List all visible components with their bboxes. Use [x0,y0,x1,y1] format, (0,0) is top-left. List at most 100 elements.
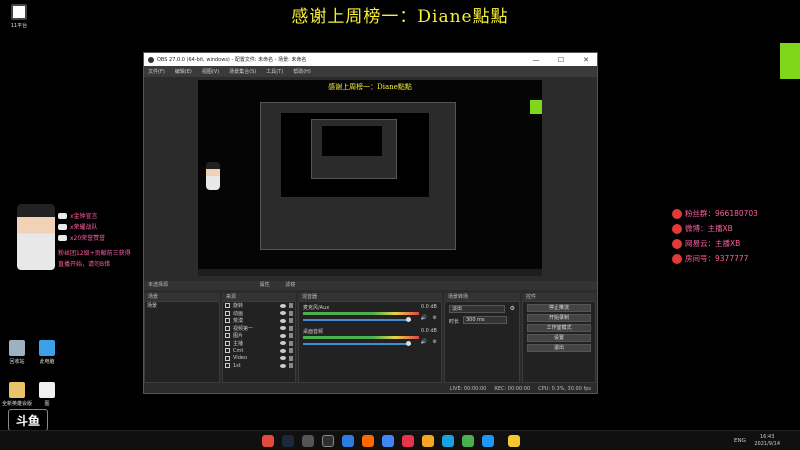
app-icon[interactable] [302,435,314,447]
eye-icon[interactable] [280,356,286,361]
lock-icon[interactable] [289,363,293,369]
source-type-icon [225,325,230,331]
menu-edit[interactable]: 编辑(E) [175,68,192,75]
lock-icon[interactable] [289,310,293,316]
no-source-label: 未选择源 [148,282,169,288]
window-title: OBS 27.0.0 (64-bit, windows) - 配置文件: 未命名… [157,57,307,63]
settings-button[interactable]: 设置 [527,334,591,342]
app-icon[interactable] [402,435,414,447]
steam-icon[interactable] [282,435,294,447]
gift-row: x20荣誉赞誉 [58,232,105,243]
sources-header: 来源 [222,293,296,301]
app-icon[interactable] [422,435,434,447]
desktop-shortcut-top[interactable]: 11平台 [2,4,36,29]
desktop-icon-this-pc[interactable]: 此电脑 [30,340,64,365]
volume-slider[interactable] [303,319,411,321]
maximize-button[interactable]: ☐ [550,56,572,64]
desktop-icon-game[interactable]: 全新英雄会版 [0,382,34,407]
app-icon [11,4,27,20]
source-item[interactable]: Cmt [223,347,295,355]
exit-button[interactable]: 退出 [527,344,591,352]
nested-preview-2 [322,126,382,156]
transitions-header: 场景转场 [444,293,520,301]
scene-item[interactable]: 场景 [145,302,219,310]
gear-icon[interactable]: ⚙ [433,339,437,345]
transitions-panel: 淡出 ⚙ 时长 300 ms [444,301,520,383]
volume-slider[interactable] [303,343,411,345]
obs-window[interactable]: OBS 27.0.0 (64-bit, windows) - 配置文件: 未命名… [143,52,598,394]
lock-icon[interactable] [289,348,293,354]
desktop-shortcut-label: 11平台 [10,23,28,29]
lock-icon[interactable] [289,355,293,361]
chrome-icon[interactable] [382,435,394,447]
gift-row: x金钟宣言 [58,210,105,221]
source-type-icon [225,355,230,361]
live-status: LIVE: 00:00:00 [449,385,487,392]
green-square-decoration [780,43,800,79]
social-row: 粉丝群：966180703 [672,206,758,221]
lock-icon[interactable] [289,333,293,339]
eye-icon[interactable] [280,363,286,368]
desktop-icon-image[interactable]: 图 [30,382,64,407]
obs-titlebar[interactable]: OBS 27.0.0 (64-bit, windows) - 配置文件: 未命名… [144,53,597,66]
source-item[interactable]: 视频第一 [223,325,295,333]
source-item[interactable]: 旋转 [223,302,295,310]
close-button[interactable]: ✕ [575,56,597,64]
preview-taskbar [198,269,542,276]
lock-icon[interactable] [289,325,293,331]
browser-icon[interactable] [342,435,354,447]
app-icon[interactable] [462,435,474,447]
app-icon[interactable] [262,435,274,447]
duration-label: 时长 [449,319,460,325]
speaker-icon[interactable]: 🔊 [421,339,427,345]
source-item[interactable]: 1st [223,362,295,370]
minimize-button[interactable]: — [525,56,547,64]
eye-icon[interactable] [280,333,286,338]
system-clock[interactable]: 16:43 2021/9/14 [754,434,780,448]
source-type-icon [225,318,230,324]
eye-icon[interactable] [280,318,286,323]
source-item[interactable]: 荒漠 [223,317,295,325]
speaker-icon[interactable]: 🔊 [421,315,427,321]
menu-view[interactable]: 视图(V) [202,68,219,75]
source-item[interactable]: 动画 [223,310,295,318]
firefox-icon[interactable] [362,435,374,447]
desktop-icon-recycle-bin[interactable]: 回收站 [0,340,34,365]
preview-canvas[interactable]: 感谢上周榜一：Diane點點 [198,80,542,276]
gift-row: x荣耀战队 [58,221,105,232]
eye-icon[interactable] [280,326,286,331]
source-item[interactable]: 图片 [223,332,295,340]
filters-button[interactable]: 滤镜 [285,282,295,288]
stop-streaming-button[interactable]: 停止推流 [527,304,591,312]
eye-icon[interactable] [280,341,286,346]
gear-icon[interactable]: ⚙ [433,315,437,321]
menu-scene-collection[interactable]: 场景集合(S) [229,68,256,75]
lock-icon[interactable] [289,318,293,324]
source-item[interactable]: 主播 [223,340,295,348]
duration-input[interactable]: 300 ms [463,316,507,324]
menu-file[interactable]: 文件(F) [148,68,165,75]
menu-help[interactable]: 帮助(H) [293,68,311,75]
start-recording-button[interactable]: 开始录制 [527,314,591,322]
studio-mode-button[interactable]: 工作室模式 [527,324,591,332]
volume-slider-handle[interactable] [406,341,411,346]
gift-icon [58,223,67,230]
music-icon [672,238,682,249]
eye-icon[interactable] [280,311,286,316]
eye-icon[interactable] [280,303,286,308]
app-icon[interactable] [508,435,520,447]
properties-button[interactable]: 属性 [260,282,270,288]
obs-taskbar-icon[interactable] [322,435,334,447]
language-indicator[interactable]: ENG [734,431,746,450]
app-icon[interactable] [482,435,494,447]
eye-icon[interactable] [280,348,286,353]
menu-tools[interactable]: 工具(T) [266,68,283,75]
volume-slider-handle[interactable] [406,317,411,322]
app-icon[interactable] [442,435,454,447]
source-item[interactable]: Video [223,355,295,363]
lock-icon[interactable] [289,340,293,346]
transition-select[interactable]: 淡出 [449,305,505,313]
lock-icon[interactable] [289,303,293,309]
gear-icon[interactable]: ⚙ [510,305,515,312]
room-icon [672,253,682,264]
